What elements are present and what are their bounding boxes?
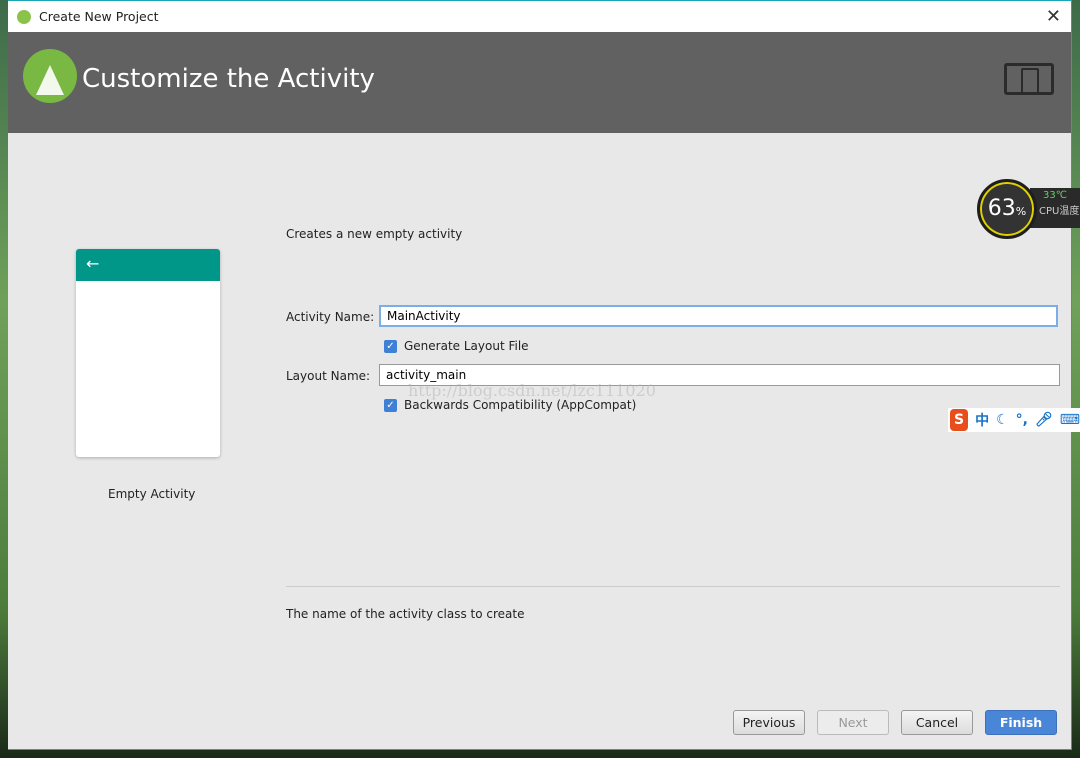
ime-mode[interactable]: 中 [975, 410, 989, 430]
cpu-label: CPU温度 [1039, 206, 1080, 217]
description: Creates a new empty activity [286, 227, 463, 241]
checkmark-icon: ✓ [384, 398, 397, 412]
close-button[interactable]: ✕ [1046, 6, 1061, 27]
checkmark-icon: ✓ [384, 339, 397, 353]
header: Customize the Activity [8, 32, 1071, 133]
punctuation-icon[interactable]: °, [1016, 412, 1028, 428]
backwards-compat-label: Backwards Compatibility (AppCompat) [404, 398, 637, 412]
previous-button[interactable]: Previous [733, 710, 805, 735]
divider [286, 586, 1060, 587]
cpu-unit: % [1015, 205, 1027, 218]
ime-toolbar: S 中 ☾ °, 🎤︎ ⌨ [948, 408, 1080, 432]
finish-button[interactable]: Finish [985, 710, 1057, 735]
device-icon [1004, 63, 1054, 95]
template-preview: ← [76, 249, 220, 457]
help-text: The name of the activity class to create [286, 607, 525, 621]
activity-name-input[interactable] [379, 305, 1058, 327]
cancel-button[interactable]: Cancel [901, 710, 973, 735]
title-bar: Create New Project [8, 1, 1071, 32]
cpu-temp: 33℃ [1043, 190, 1067, 201]
sogou-logo[interactable]: S [950, 409, 969, 431]
activity-name-label: Activity Name: [286, 310, 375, 324]
microphone-icon[interactable]: 🎤︎ [1035, 412, 1053, 428]
android-studio-logo [23, 49, 77, 103]
cpu-percent: 63 [987, 196, 1016, 221]
page-title: Customize the Activity [82, 64, 375, 94]
cpu-usage-gauge[interactable]: 63% [977, 179, 1037, 239]
template-name: Empty Activity [108, 487, 196, 501]
generate-layout-label: Generate Layout File [404, 339, 529, 353]
back-arrow-icon: ← [76, 249, 220, 281]
generate-layout-checkbox[interactable]: ✓ Generate Layout File [384, 339, 529, 353]
next-button[interactable]: Next [817, 710, 889, 735]
moon-icon[interactable]: ☾ [996, 412, 1009, 428]
android-studio-icon [17, 9, 31, 24]
layout-name-label: Layout Name: [286, 369, 371, 383]
window-title: Create New Project [39, 9, 159, 24]
create-project-dialog: Create New Project ✕ Customize the Activ… [8, 0, 1072, 750]
keyboard-icon[interactable]: ⌨ [1060, 412, 1080, 428]
cpu-temp-widget: 33℃ CPU温度 [1030, 188, 1080, 228]
backwards-compat-checkbox[interactable]: ✓ Backwards Compatibility (AppCompat) [384, 398, 636, 412]
